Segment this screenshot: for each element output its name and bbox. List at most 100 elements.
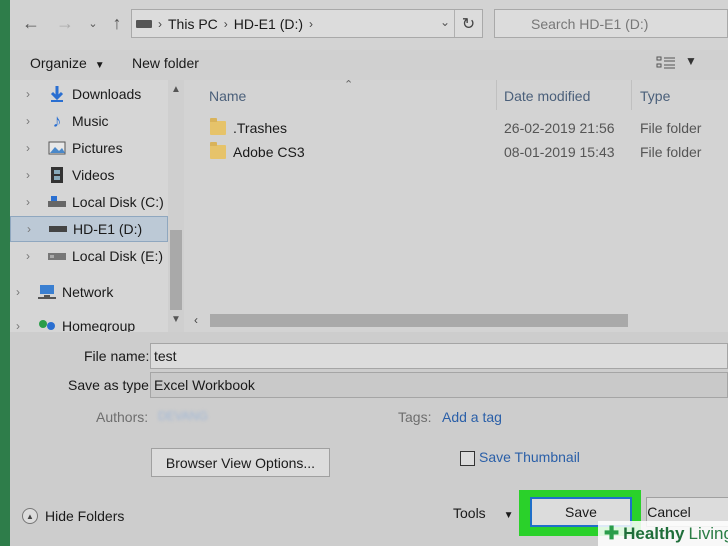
- expand-chevron-icon[interactable]: ›: [26, 168, 40, 182]
- save-thumbnail-checkbox[interactable]: [460, 451, 475, 466]
- nav-item-hd-e1[interactable]: › HD-E1 (D:): [10, 216, 168, 242]
- expand-chevron-icon[interactable]: ›: [16, 285, 30, 299]
- hide-folders-button[interactable]: Hide Folders: [45, 508, 124, 524]
- address-dropdown-icon[interactable]: ⌄: [440, 15, 450, 29]
- search-input[interactable]: Search HD-E1 (D:): [494, 9, 728, 38]
- healthy-living-watermark: ✚ Healthy Living: [598, 521, 728, 546]
- drive-icon: [46, 247, 68, 265]
- authors-value[interactable]: DEVANG: [158, 409, 208, 423]
- video-film-icon: [46, 166, 68, 184]
- breadcrumb-drive[interactable]: HD-E1 (D:): [234, 16, 303, 32]
- navigation-pane-scrollbar[interactable]: ▲ ▼: [168, 80, 184, 332]
- nav-item-downloads[interactable]: › Downloads: [10, 81, 168, 107]
- file-name: Adobe CS3: [233, 144, 305, 160]
- tags-label: Tags:: [398, 409, 432, 425]
- refresh-icon[interactable]: ↻: [454, 10, 482, 37]
- file-name: .Trashes: [233, 120, 287, 136]
- file-name-field[interactable]: test: [150, 343, 728, 369]
- organize-button[interactable]: Organize ▼: [30, 55, 105, 71]
- up-arrow-icon[interactable]: ↑: [104, 10, 130, 36]
- nav-item-label: Videos: [72, 167, 115, 183]
- file-type: File folder: [640, 144, 702, 160]
- nav-item-videos[interactable]: › Videos: [10, 162, 168, 188]
- column-divider[interactable]: [496, 80, 497, 110]
- watermark-brand-light: Living: [688, 523, 728, 543]
- new-folder-button[interactable]: New folder: [132, 55, 199, 71]
- nav-item-music[interactable]: › ♪ Music: [10, 108, 168, 134]
- cancel-label: Cancel: [647, 504, 691, 520]
- view-options-icon[interactable]: [656, 55, 676, 71]
- expand-chevron-icon[interactable]: ›: [26, 141, 40, 155]
- drive-icon: [47, 220, 69, 238]
- file-name-label: File name:: [84, 348, 150, 364]
- scrollbar-thumb[interactable]: [210, 314, 628, 327]
- nav-item-label: Downloads: [72, 86, 142, 102]
- expand-chevron-icon[interactable]: ›: [16, 319, 30, 332]
- nav-item-local-disk-e[interactable]: › Local Disk (E:): [10, 243, 168, 269]
- drive-icon: [136, 19, 152, 28]
- expand-chevron-icon[interactable]: ›: [26, 195, 40, 209]
- expand-chevron-icon[interactable]: ›: [27, 222, 41, 236]
- background-strip: [0, 0, 10, 546]
- file-list-horizontal-scrollbar[interactable]: ‹: [188, 312, 728, 330]
- nav-item-label: Pictures: [72, 140, 123, 156]
- command-toolbar: [10, 50, 728, 80]
- file-row[interactable]: Adobe CS3 08-01-2019 15:43 File folder: [210, 140, 728, 164]
- file-row[interactable]: .Trashes 26-02-2019 21:56 File folder: [210, 116, 728, 140]
- scroll-left-icon[interactable]: ‹: [194, 313, 198, 327]
- expand-chevron-icon[interactable]: ›: [26, 87, 40, 101]
- nav-item-homegroup[interactable]: › Homegroup: [10, 313, 168, 332]
- browser-view-options-button[interactable]: Browser View Options...: [151, 448, 330, 477]
- music-note-icon: ♪: [52, 110, 62, 131]
- nav-item-network[interactable]: › Network: [10, 279, 168, 305]
- file-type: File folder: [640, 120, 702, 136]
- nav-item-label: Music: [72, 113, 109, 129]
- column-header-name[interactable]: Name: [209, 88, 246, 104]
- file-date: 08-01-2019 15:43: [504, 144, 615, 160]
- breadcrumb-this-pc[interactable]: This PC: [168, 16, 218, 32]
- tools-label: Tools: [453, 505, 486, 521]
- view-dropdown-icon[interactable]: ▼: [685, 54, 697, 68]
- watermark-cross-icon: ✚: [604, 523, 620, 543]
- sort-ascending-icon: ⌃: [344, 79, 354, 91]
- nav-item-label: Homegroup: [62, 318, 136, 332]
- forward-arrow-icon[interactable]: →: [52, 10, 78, 36]
- breadcrumb-separator-icon: ›: [223, 16, 228, 31]
- search-placeholder: Search HD-E1 (D:): [531, 15, 649, 32]
- expand-chevron-icon[interactable]: ›: [26, 114, 40, 128]
- nav-item-local-disk-c[interactable]: › Local Disk (C:): [10, 189, 168, 215]
- nav-item-label: Network: [62, 284, 114, 300]
- column-header-type[interactable]: Type: [640, 88, 670, 104]
- expand-chevron-icon[interactable]: ›: [26, 249, 40, 263]
- nav-item-pictures[interactable]: › Pictures: [10, 135, 168, 161]
- scroll-down-icon[interactable]: ▼: [171, 314, 181, 325]
- chevron-down-icon: ▼: [94, 60, 105, 71]
- recent-locations-chevron-icon[interactable]: ⌄: [80, 10, 106, 36]
- save-thumbnail-label[interactable]: Save Thumbnail: [479, 449, 580, 465]
- address-bar[interactable]: › This PC › HD-E1 (D:) › ⌄ ↻: [131, 9, 483, 38]
- column-header-date-modified[interactable]: Date modified: [504, 88, 590, 104]
- breadcrumb-separator-icon: ›: [158, 16, 162, 31]
- organize-label: Organize: [30, 55, 87, 71]
- scroll-up-icon[interactable]: ▲: [171, 84, 181, 95]
- authors-label: Authors:: [96, 409, 149, 425]
- tools-menu-button[interactable]: Tools ▼: [453, 505, 513, 521]
- save-as-type-select[interactable]: Excel Workbook: [150, 372, 728, 398]
- add-tag-link[interactable]: Add a tag: [442, 409, 502, 425]
- hide-folders-chevron-icon[interactable]: ▲: [22, 508, 38, 524]
- download-arrow-icon: [46, 85, 68, 103]
- breadcrumb-separator-icon: ›: [309, 16, 314, 31]
- nav-item-label: Local Disk (C:): [72, 194, 164, 210]
- chevron-down-icon: ▼: [503, 510, 514, 521]
- nav-item-label: Local Disk (E:): [72, 248, 164, 264]
- file-name-value: test: [154, 348, 177, 364]
- folder-icon: [210, 118, 226, 135]
- pictures-icon: [46, 139, 68, 157]
- file-date: 26-02-2019 21:56: [504, 120, 615, 136]
- scrollbar-thumb[interactable]: [170, 230, 182, 310]
- column-divider[interactable]: [631, 80, 632, 110]
- folder-icon: [210, 142, 226, 159]
- drive-icon: [46, 193, 68, 211]
- back-arrow-icon[interactable]: ←: [18, 10, 44, 36]
- watermark-brand-bold: Healthy: [623, 523, 685, 543]
